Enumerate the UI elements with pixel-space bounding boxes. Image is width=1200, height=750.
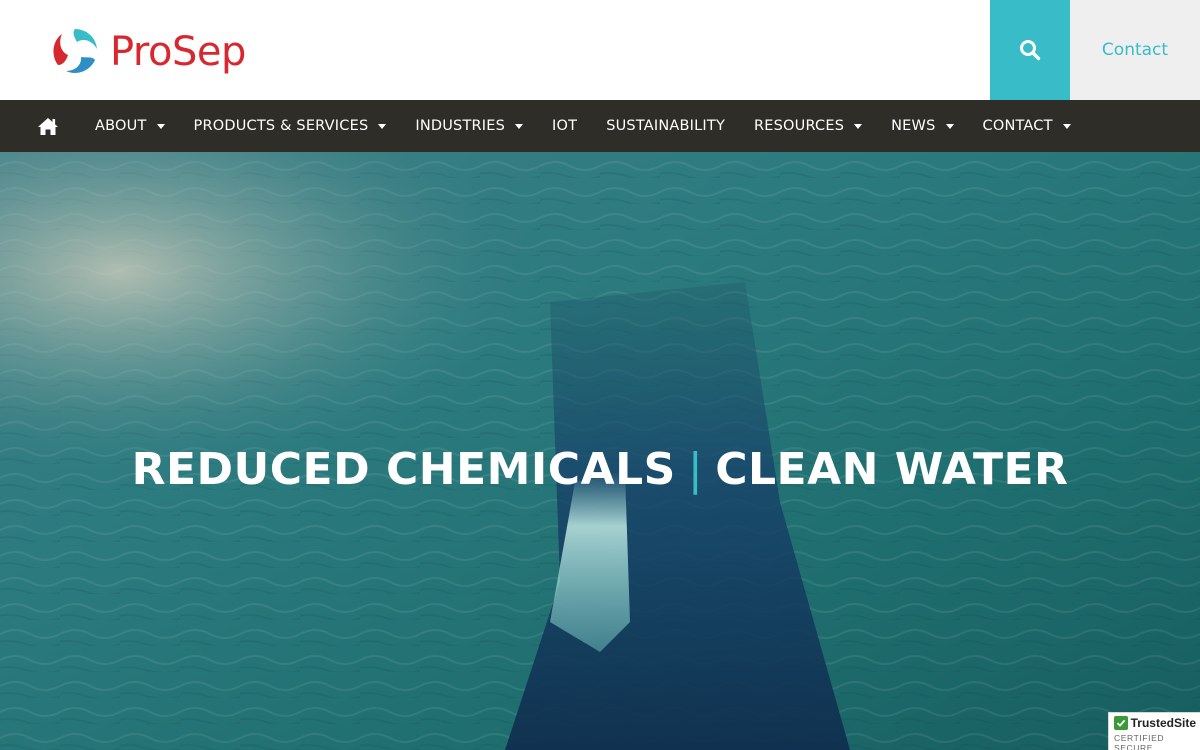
nav-item-products-services[interactable]: PRODUCTS & SERVICES xyxy=(194,100,387,152)
prosep-logo[interactable]: ProSep xyxy=(50,25,246,79)
nav-item-label: PRODUCTS & SERVICES xyxy=(193,118,369,134)
hero-banner: REDUCED CHEMICALS | CLEAN WATER xyxy=(0,152,1200,750)
nav-item-label: INDUSTRIES xyxy=(415,118,506,134)
hero-title-left: REDUCED CHEMICALS xyxy=(131,444,676,495)
prosep-logo-icon xyxy=(52,29,98,75)
nav-item-resources[interactable]: RESOURCES xyxy=(754,100,863,152)
nav-home[interactable] xyxy=(0,100,95,152)
checkmark-icon xyxy=(1114,716,1128,730)
caret-down-icon xyxy=(1062,123,1071,129)
logo-text: ProSep xyxy=(110,29,246,75)
nav-item-contact[interactable]: CONTACT xyxy=(983,100,1071,152)
nav-item-label: CONTACT xyxy=(982,118,1053,134)
nav-item-sustainability[interactable]: SUSTAINABILITY xyxy=(606,100,725,152)
nav-item-label: IOT xyxy=(552,118,578,134)
nav-item-label: RESOURCES xyxy=(754,118,845,134)
caret-down-icon xyxy=(515,123,524,129)
hero-separator: | xyxy=(687,444,704,495)
hero-headline: REDUCED CHEMICALS | CLEAN WATER xyxy=(0,444,1200,495)
caret-down-icon xyxy=(854,123,863,129)
hero-title-right: CLEAN WATER xyxy=(715,444,1069,495)
nav-item-label: NEWS xyxy=(891,118,936,134)
home-icon xyxy=(38,117,58,135)
nav-item-iot[interactable]: IOT xyxy=(552,100,577,152)
nav-item-about[interactable]: ABOUT xyxy=(95,100,165,152)
nav-item-industries[interactable]: INDUSTRIES xyxy=(415,100,524,152)
nav-item-label: SUSTAINABILITY xyxy=(606,118,726,134)
caret-down-icon xyxy=(378,123,387,129)
caret-down-icon xyxy=(945,123,954,129)
nav-item-news[interactable]: NEWS xyxy=(891,100,954,152)
search-button[interactable] xyxy=(990,0,1070,100)
badge-subtitle: CERTIFIED SECURE xyxy=(1114,733,1165,750)
trustedsite-badge[interactable]: TrustedSite CERTIFIED SECURE xyxy=(1108,712,1200,750)
search-icon xyxy=(1020,40,1041,61)
main-nav: ABOUT PRODUCTS & SERVICES INDUSTRIES IOT SUS… xyxy=(0,100,1200,152)
badge-name: TrustedSite xyxy=(1130,716,1196,730)
caret-down-icon xyxy=(156,123,165,129)
nav-item-label: ABOUT xyxy=(95,118,147,134)
site-header: ProSep Contact xyxy=(0,0,1200,100)
nav-items: ABOUT PRODUCTS & SERVICES INDUSTRIES IOT SUS… xyxy=(95,100,1071,152)
contact-button[interactable]: Contact xyxy=(1070,0,1200,100)
